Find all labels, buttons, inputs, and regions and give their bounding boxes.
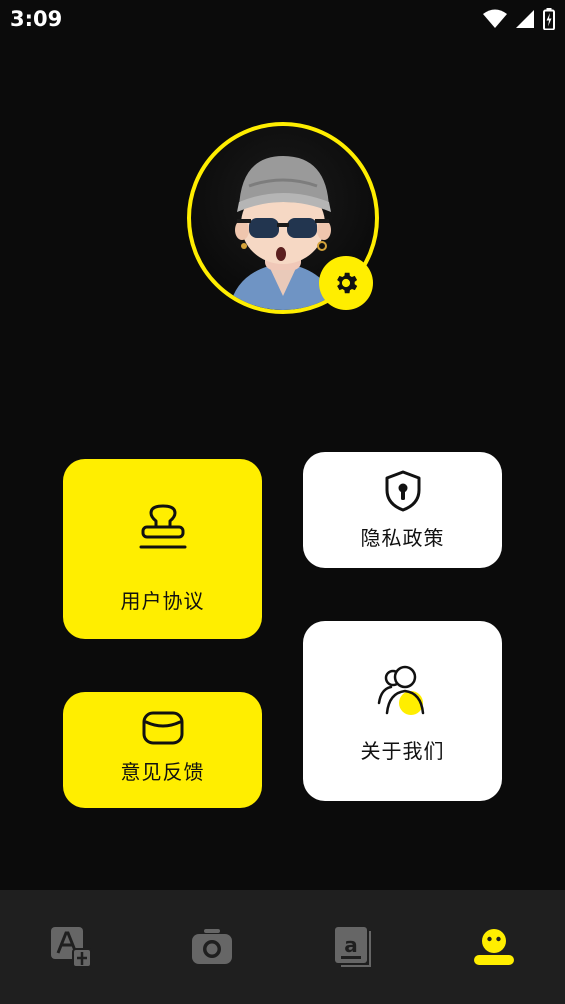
about-us-label: 关于我们 <box>360 739 445 763</box>
about-us-card[interactable]: 关于我们 <box>303 621 502 801</box>
nav-item-camera[interactable] <box>172 907 252 987</box>
feedback-card[interactable]: 意见反馈 <box>63 692 262 808</box>
users-icon <box>377 665 424 715</box>
camera-icon <box>191 929 232 964</box>
settings-button[interactable] <box>319 256 373 310</box>
profile-face-icon <box>474 929 515 965</box>
cellular-signal-icon <box>516 10 534 28</box>
gear-icon <box>337 272 358 294</box>
nav-item-profile[interactable] <box>454 907 534 987</box>
wifi-icon <box>483 9 507 28</box>
shield-lock-icon <box>385 470 420 512</box>
bottom-navigation: a <box>0 890 565 1004</box>
user-agreement-label: 用户协议 <box>120 589 205 613</box>
status-time: 3:09 <box>10 7 63 31</box>
user-agreement-card[interactable]: 用户协议 <box>63 459 262 639</box>
stamp-icon <box>139 504 186 549</box>
profile-screen: 3:09 用户协议 隐私政策 意见反馈 关于我们 a <box>0 0 565 1004</box>
battery-icon <box>543 8 555 30</box>
translate-icon <box>50 927 92 968</box>
mail-icon <box>142 711 183 745</box>
feedback-label: 意见反馈 <box>120 760 205 784</box>
nav-item-book[interactable]: a <box>313 907 393 987</box>
privacy-policy-label: 隐私政策 <box>360 526 445 550</box>
svg-text:a: a <box>344 933 358 957</box>
status-bar: 3:09 <box>0 0 565 40</box>
avatar-container[interactable] <box>187 122 379 314</box>
nav-item-translate[interactable] <box>31 907 111 987</box>
privacy-policy-card[interactable]: 隐私政策 <box>303 452 502 568</box>
book-icon: a <box>335 927 372 967</box>
status-icons <box>483 8 555 30</box>
